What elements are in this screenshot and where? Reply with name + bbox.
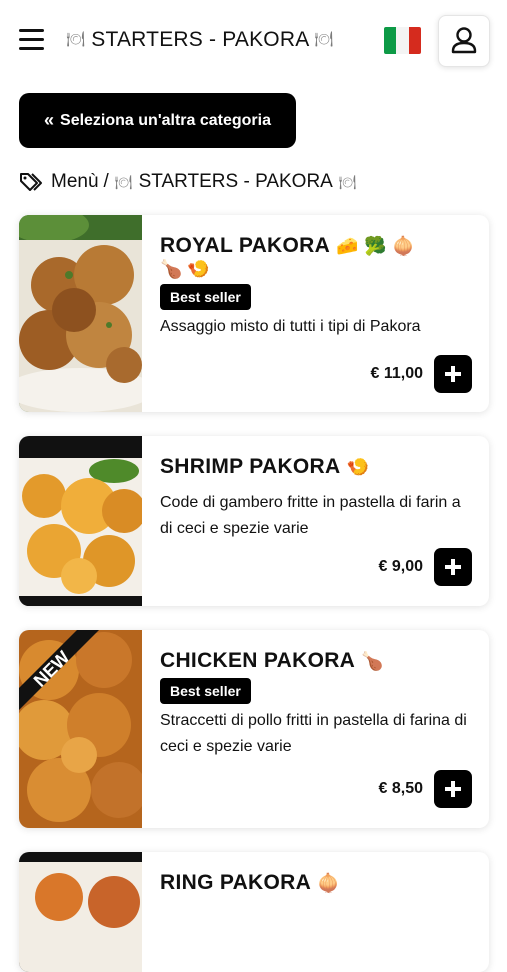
breadcrumb-menu-link[interactable]: Menù <box>51 171 99 193</box>
product-card[interactable]: ROYAL PAKORA 🧀 🥦 🧅 🍗 🍤 Best seller Assagg… <box>19 215 489 412</box>
product-name: RING PAKORA <box>160 871 312 894</box>
allergen-icons: 🍤 <box>346 457 370 477</box>
royal-pakora-image <box>19 215 142 412</box>
double-chevron-left-icon: « <box>44 110 55 130</box>
breadcrumb-current: STARTERS - PAKORA <box>138 171 333 192</box>
breadcrumb-separator: / <box>103 171 109 192</box>
best-seller-badge: Best seller <box>160 678 251 704</box>
product-name: CHICKEN PAKORA <box>160 649 356 672</box>
hamburger-menu-icon[interactable] <box>19 29 44 51</box>
product-card[interactable]: SHRIMP PAKORA 🍤 Code di gambero fritte in… <box>19 436 489 606</box>
ring-pakora-image <box>19 852 142 972</box>
best-seller-badge: Best seller <box>160 284 251 310</box>
plate-icon: 🍽 <box>114 173 133 190</box>
select-other-category-label: Seleziona un'altra categoria <box>60 111 271 129</box>
chicken-pakora-image: NEW <box>19 630 142 828</box>
page-title-text: STARTERS - PAKORA <box>91 28 309 51</box>
italian-flag-language-icon[interactable] <box>384 27 421 54</box>
product-description: Code di gambero fritte in pastella di fa… <box>160 494 461 537</box>
plate-icon: 🍽 <box>66 31 86 48</box>
add-to-cart-button[interactable] <box>434 355 472 393</box>
user-account-button[interactable] <box>438 15 490 67</box>
top-bar: 🍽 STARTERS - PAKORA 🍽 <box>0 0 507 82</box>
add-to-cart-button[interactable] <box>434 770 472 808</box>
user-icon <box>451 27 477 54</box>
product-description: Straccetti di pollo fritti in pastella d… <box>160 712 467 755</box>
plate-icon: 🍽 <box>338 173 357 190</box>
breadcrumb: Menù / 🍽 STARTERS - PAKORA 🍽 <box>19 171 363 193</box>
product-name: ROYAL PAKORA <box>160 234 331 257</box>
product-price: € 9,00 <box>378 558 423 575</box>
tags-icon <box>20 173 42 191</box>
add-to-cart-button[interactable] <box>434 548 472 586</box>
page-title: 🍽 STARTERS - PAKORA 🍽 <box>66 28 334 52</box>
shrimp-pakora-image <box>19 436 142 606</box>
select-other-category-button[interactable]: « Seleziona un'altra categoria <box>19 93 296 148</box>
allergen-icons: 🍗 <box>361 651 384 671</box>
allergen-icons: 🧀 🥦 🧅 <box>336 236 415 256</box>
product-card[interactable]: NEW CHICKEN PAKORA 🍗 Best seller Straccet… <box>19 630 489 828</box>
product-card[interactable]: RING PAKORA 🧅 <box>19 852 489 972</box>
product-description: Assaggio misto di tutti i tipi di Pakora <box>160 318 421 335</box>
product-price: € 11,00 <box>370 365 424 382</box>
allergen-icons: 🍗 🍤 <box>160 259 210 279</box>
allergen-icons: 🧅 <box>317 873 340 893</box>
product-price: € 8,50 <box>378 780 423 797</box>
plate-icon: 🍽 <box>314 31 334 48</box>
product-name: SHRIMP PAKORA <box>160 455 341 478</box>
